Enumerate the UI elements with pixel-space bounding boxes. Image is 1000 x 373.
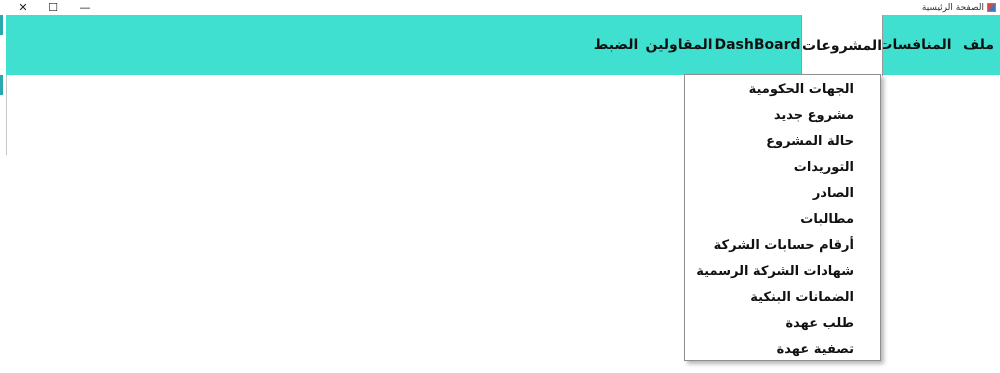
menu-item-outgoing[interactable]: الصادر bbox=[813, 180, 854, 206]
close-window-button[interactable]: ✕ bbox=[8, 0, 38, 15]
title-bar: ✕ ☐ — الصفحة الرئيسية bbox=[0, 0, 1000, 15]
menu-item-government-entities[interactable]: الجهات الحكومية bbox=[749, 76, 854, 102]
menu-tenders[interactable]: المنافسات bbox=[874, 15, 956, 75]
window-title-area: الصفحة الرئيسية bbox=[922, 1, 996, 14]
menu-contractors[interactable]: المقاولين bbox=[644, 15, 714, 75]
menu-item-company-account-numbers[interactable]: أرقام حسابات الشركة bbox=[714, 232, 854, 258]
close-icon: ✕ bbox=[18, 1, 28, 14]
menu-item-project-status[interactable]: حالة المشروع bbox=[766, 128, 854, 154]
menu-projects[interactable]: المشروعات bbox=[801, 15, 883, 76]
menu-item-company-official-certificates[interactable]: شهادات الشركة الرسمية bbox=[696, 258, 854, 284]
menu-item-new-project[interactable]: مشروع جديد bbox=[774, 102, 854, 128]
menu-dashboard[interactable]: DashBoard bbox=[714, 15, 800, 75]
menu-item-claims[interactable]: مطالبات bbox=[800, 206, 854, 232]
menu-file[interactable]: ملف bbox=[957, 15, 1000, 75]
menu-item-custody-settlement[interactable]: تصفية عهدة bbox=[777, 336, 854, 362]
window-title: الصفحة الرئيسية bbox=[921, 2, 984, 13]
menu-item-supplies[interactable]: التوريدات bbox=[794, 154, 854, 180]
projects-dropdown-menu: الجهات الحكومية مشروع جديد حالة المشروع … bbox=[684, 74, 881, 361]
minimize-window-button[interactable]: — bbox=[70, 0, 100, 15]
maximize-window-button[interactable]: ☐ bbox=[38, 0, 68, 15]
maximize-icon: ☐ bbox=[48, 1, 58, 14]
edge-marker bbox=[0, 15, 3, 35]
menu-item-bank-guarantees[interactable]: الضمانات البنكية bbox=[750, 284, 854, 310]
app-icon bbox=[987, 3, 996, 12]
menu-item-custody-request[interactable]: طلب عهدة bbox=[786, 310, 855, 336]
minimize-icon: — bbox=[79, 1, 91, 14]
menu-settings[interactable]: الضبط bbox=[590, 15, 642, 75]
edge-marker bbox=[0, 75, 3, 95]
menu-bar: ملف المنافسات المشروعات DashBoard المقاو… bbox=[6, 15, 1000, 76]
